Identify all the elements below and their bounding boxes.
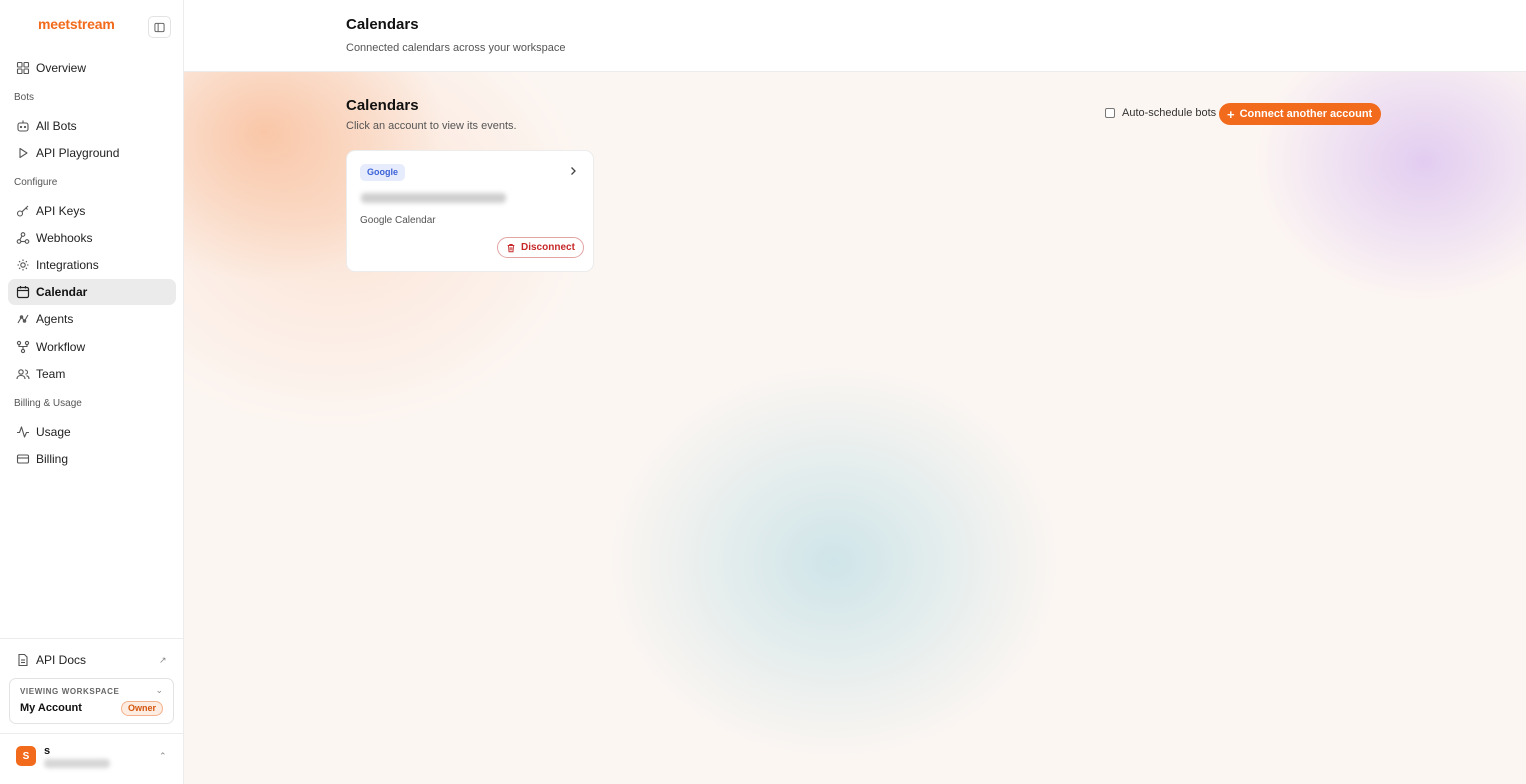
disconnect-label: Disconnect (521, 242, 575, 253)
sidebar-item-api-keys[interactable]: API Keys (8, 198, 176, 224)
sidebar-item-overview[interactable]: Overview (8, 55, 176, 81)
sidebar-item-label: API Keys (36, 204, 86, 218)
sidebar-item-label: Workflow (36, 340, 86, 354)
divider (0, 733, 184, 734)
sidebar-item-api-docs[interactable]: API Docs (8, 647, 176, 673)
account-email-redacted (361, 193, 506, 203)
sidebar-item-webhooks[interactable]: Webhooks (8, 225, 176, 251)
sidebar-item-label: Webhooks (36, 231, 93, 245)
page-subtitle: Connected calendars across your workspac… (346, 42, 566, 54)
sidebar-item-label: Calendar (36, 285, 88, 299)
sidebar-item-usage[interactable]: Usage (8, 419, 176, 445)
user-email-redacted (44, 759, 110, 768)
auto-schedule-checkbox[interactable] (1105, 108, 1115, 118)
document-icon (18, 653, 28, 667)
sidebar: meetstream Overview Bots All Bots API Pl… (0, 0, 184, 784)
trash-icon (507, 243, 515, 252)
disconnect-button[interactable]: Disconnect (497, 237, 584, 258)
calendar-account-card[interactable]: Google Google Calendar Disconnect (346, 150, 594, 272)
plus-icon: + (1227, 106, 1235, 122)
chevron-down-icon: ⌄ (155, 685, 163, 695)
sidebar-item-label: API Playground (36, 146, 120, 160)
users-icon (16, 369, 30, 380)
key-icon (16, 205, 29, 217)
section-title: Calendars (346, 97, 419, 114)
workspace-name: My Account (20, 702, 82, 714)
user-name: s (44, 745, 51, 757)
section-label-billing: Billing & Usage (14, 398, 82, 409)
external-link-icon: ↗ (159, 655, 167, 665)
sidebar-item-workflow[interactable]: Workflow (8, 334, 176, 360)
credit-card-icon (16, 454, 30, 464)
divider (0, 638, 184, 639)
agents-icon (17, 314, 29, 324)
main-content: Calendars Click an account to view its e… (184, 72, 1526, 784)
section-label-configure: Configure (14, 177, 58, 188)
sidebar-item-label: API Docs (36, 653, 87, 667)
sidebar-item-label: Agents (36, 312, 74, 326)
sidebar-item-team[interactable]: Team (8, 361, 176, 387)
calendar-icon (16, 286, 30, 299)
role-badge: Owner (120, 701, 163, 716)
sidebar-item-agents[interactable]: Agents (8, 306, 176, 332)
account-type: Google Calendar (360, 215, 436, 226)
activity-icon (17, 426, 29, 438)
provider-badge: Google (360, 164, 405, 181)
workspace-label: VIEWING WORKSPACE (20, 687, 120, 696)
sidebar-item-label: Team (36, 367, 66, 381)
chevron-up-icon[interactable]: ⌃ (159, 751, 167, 762)
collapse-sidebar-button[interactable] (148, 16, 171, 38)
avatar[interactable]: S (16, 746, 36, 766)
webhook-icon (16, 232, 30, 244)
sidebar-item-label: Overview (36, 61, 87, 75)
sidebar-item-billing[interactable]: Billing (8, 446, 176, 472)
sidebar-item-label: All Bots (36, 119, 77, 133)
sidebar-item-label: Usage (36, 425, 71, 439)
sidebar-item-all-bots[interactable]: All Bots (8, 113, 176, 139)
bot-icon (17, 120, 29, 132)
sidebar-item-api-playground[interactable]: API Playground (8, 140, 176, 166)
grid-icon (16, 61, 30, 75)
auto-schedule-toggle[interactable]: Auto-schedule bots (1105, 107, 1216, 119)
workflow-icon (16, 340, 30, 354)
workspace-switcher[interactable]: VIEWING WORKSPACE ⌄ My Account Owner (9, 678, 174, 724)
chevron-right-icon[interactable] (567, 165, 579, 177)
section-subtitle: Click an account to view its events. (346, 120, 517, 132)
sidebar-item-calendar[interactable]: Calendar (8, 279, 176, 305)
connect-account-button[interactable]: + Connect another account (1219, 103, 1382, 125)
logo[interactable]: meetstream (38, 16, 115, 32)
sidebar-item-integrations[interactable]: Integrations (8, 252, 176, 278)
section-label-bots: Bots (14, 92, 35, 103)
page-title: Calendars (346, 16, 419, 33)
auto-schedule-label: Auto-schedule bots (1122, 107, 1217, 119)
gear-icon (17, 259, 29, 271)
connect-account-label: Connect another account (1239, 108, 1373, 120)
sidebar-toggle-icon (154, 22, 165, 32)
sidebar-item-label: Billing (36, 452, 69, 466)
page-header: Calendars Connected calendars across you… (184, 0, 1526, 72)
play-icon (19, 147, 28, 159)
sidebar-item-label: Integrations (36, 258, 99, 272)
